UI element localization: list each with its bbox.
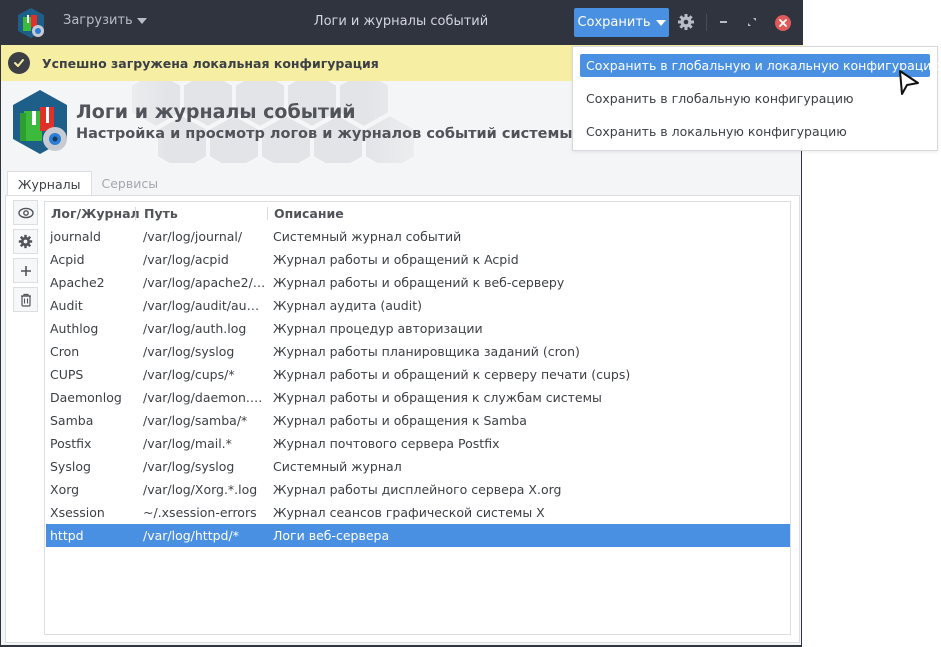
module-subtitle: Настройка и просмотр логов и журналов со… <box>76 126 573 142</box>
cell-log-name: Authlog <box>50 321 99 336</box>
cell-path: /var/log/cups/* <box>143 367 235 382</box>
cell-log-name: httpd <box>50 528 84 543</box>
cell-description: Журнал почтового сервера Postfix <box>273 436 500 451</box>
menu-item-save-local[interactable]: Сохранить в локальную конфигурацию <box>580 120 930 143</box>
table-header: Лог/Журнал Путь Описание <box>45 202 790 225</box>
cell-path: /var/log/apache2/… <box>143 275 266 290</box>
table-row[interactable]: Daemonlog/var/log/daemon.… Журнал работы … <box>46 386 790 409</box>
save-dropdown-menu: Сохранить в глобальную и локальную конфи… <box>572 46 941 151</box>
tab-bar: Журналы Сервисы <box>7 171 168 196</box>
cell-path: /var/log/httpd/* <box>143 528 239 543</box>
table-row[interactable]: Xorg/var/log/Xorg.*.log Журнал работы дис… <box>46 478 790 501</box>
cell-log-name: CUPS <box>50 367 84 382</box>
save-label: Сохранить <box>577 15 651 30</box>
cell-path: /var/log/auth.log <box>143 321 247 336</box>
cell-description: Журнал аудита (audit) <box>273 298 422 313</box>
checkmark-icon <box>8 52 30 74</box>
table-row[interactable]: journald/var/log/journal/Системный журна… <box>46 225 790 248</box>
mouse-cursor-icon <box>899 70 919 95</box>
cell-log-name: Postfix <box>50 436 92 451</box>
chevron-down-icon <box>655 19 666 26</box>
column-divider[interactable] <box>135 207 136 220</box>
minimize-button[interactable] <box>720 21 727 23</box>
cell-log-name: Acpid <box>50 252 85 267</box>
cell-log-name: Xorg <box>50 482 80 497</box>
table-row[interactable]: Cron/var/log/syslog Журнал работы планиро… <box>46 340 790 363</box>
cell-description: Журнал сеансов графической системы X <box>273 505 545 520</box>
cell-path: /var/log/daemon.… <box>143 390 263 405</box>
logs-table: Лог/Журнал Путь Описание journald/var/lo… <box>44 201 791 635</box>
delete-log-button[interactable] <box>13 287 38 312</box>
close-icon <box>779 19 787 27</box>
cell-path: ~/.xsession-errors <box>143 505 257 520</box>
table-row[interactable]: Xsession ~/.xsession-errors Журнал сеансов… <box>46 501 790 524</box>
settings-gear-icon[interactable] <box>677 13 695 31</box>
app-logo-icon <box>18 8 44 38</box>
cell-log-name: Xsession <box>50 505 105 520</box>
cell-path: /var/log/audit/au… <box>143 298 260 313</box>
cell-path: /var/log/Xorg.*.log <box>143 482 258 497</box>
module-title: Логи и журналы событий <box>76 101 356 123</box>
cell-description: Журнал работы и обращений к веб-серверу <box>273 275 565 290</box>
menu-item-save-global[interactable]: Сохранить в глобальную конфигурацию <box>580 87 930 110</box>
menu-item-save-global-and-local[interactable]: Сохранить в глобальную и локальную конфи… <box>580 54 941 77</box>
load-menu-button[interactable]: Загрузить <box>63 13 147 28</box>
plus-icon <box>20 265 31 276</box>
cell-log-name: Daemonlog <box>50 390 122 405</box>
table-row[interactable]: Acpid/var/log/acpid Журнал работы и обращ… <box>46 248 790 271</box>
add-log-button[interactable] <box>13 258 38 283</box>
eye-icon <box>17 207 34 218</box>
cell-path: /var/log/syslog <box>143 344 235 359</box>
configure-log-button[interactable] <box>13 229 38 254</box>
cell-path: /var/log/mail.* <box>143 436 232 451</box>
table-row[interactable]: Authlog/var/log/auth.log Журнал процедур … <box>46 317 790 340</box>
cell-description: Системный журнал событий <box>273 229 462 244</box>
cell-description: Журнал процедур авторизации <box>273 321 483 336</box>
cell-description: Журнал работы и обращения к службам сист… <box>273 390 602 405</box>
cell-path: /var/log/samba/* <box>143 413 248 428</box>
title-bar: Загрузить Логи и журналы событий Сохрани… <box>1 0 803 45</box>
save-menu-button[interactable]: Сохранить <box>574 8 669 37</box>
window-title: Логи и журналы событий <box>313 14 489 29</box>
titlebar-separator <box>706 14 707 31</box>
cell-log-name: Syslog <box>50 459 91 474</box>
table-row[interactable]: Apache2/var/log/apache2/… Журнал работы и… <box>46 271 790 294</box>
table-row[interactable]: Postfix/var/log/mail.* Журнал почтового с… <box>46 432 790 455</box>
cell-log-name: Cron <box>50 344 80 359</box>
column-header-path[interactable]: Путь <box>144 206 178 221</box>
load-label: Загрузить <box>63 13 133 28</box>
cell-log-name: Samba <box>50 413 94 428</box>
cell-description: Журнал работы дисплейного сервера X.org <box>273 482 562 497</box>
table-row[interactable]: CUPS/var/log/cups/* Журнал работы и обращ… <box>46 363 790 386</box>
chevron-down-icon <box>136 17 147 24</box>
table-row[interactable]: Samba/var/log/samba/* Журнал работы и обр… <box>46 409 790 432</box>
table-row[interactable]: Syslog/var/log/syslog Системный журнал <box>46 455 790 478</box>
trash-icon <box>20 293 31 307</box>
cell-log-name: Apache2 <box>50 275 105 290</box>
maximize-button[interactable] <box>747 17 757 27</box>
cell-description: Системный журнал <box>273 459 402 474</box>
cell-description: Журнал работы и обращений к серверу печа… <box>273 367 631 382</box>
view-log-button[interactable] <box>13 200 38 225</box>
cell-path: /var/log/acpid <box>143 252 229 267</box>
table-row[interactable]: httpd/var/log/httpd/* Логи веб-сервера <box>46 524 790 547</box>
cell-path: /var/log/journal/ <box>143 229 243 244</box>
cell-log-name: Audit <box>50 298 83 313</box>
table-row[interactable]: Audit/var/log/audit/au… Журнал аудита (au… <box>46 294 790 317</box>
cell-description: Журнал работы и обращений к Acpid <box>273 252 519 267</box>
cell-description: Журнал работы и обращения к Samba <box>273 413 527 428</box>
cell-description: Логи веб-сервера <box>273 528 390 543</box>
notification-text: Успешно загружена локальная конфигурация <box>42 55 379 71</box>
column-divider[interactable] <box>267 207 268 220</box>
tab-journals[interactable]: Журналы <box>7 171 92 196</box>
cell-path: /var/log/syslog <box>143 459 235 474</box>
cell-log-name: journald <box>50 229 101 244</box>
column-header-description[interactable]: Описание <box>274 206 344 221</box>
logs-module-icon <box>13 90 67 154</box>
close-button[interactable] <box>775 15 791 31</box>
gear-icon <box>18 234 33 249</box>
column-header-name[interactable]: Лог/Журнал <box>51 206 140 221</box>
tab-services[interactable]: Сервисы <box>92 171 169 196</box>
cell-description: Журнал работы планировщика заданий (cron… <box>273 344 580 359</box>
